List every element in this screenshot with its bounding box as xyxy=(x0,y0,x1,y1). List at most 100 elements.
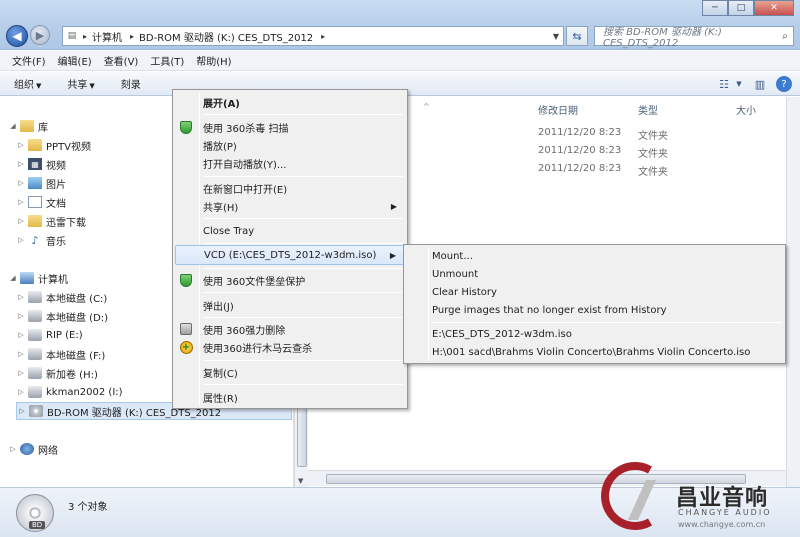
menu-item-360-vault[interactable]: 使用 360文件堡垒保护 xyxy=(175,270,405,290)
menu-item-force-delete[interactable]: 使用 360强力删除 xyxy=(175,319,405,339)
menu-item-open-new-window[interactable]: 在新窗口中打开(E) xyxy=(175,178,405,198)
minimize-button[interactable]: ─ xyxy=(702,0,728,16)
nav-label: 计算机 xyxy=(38,274,68,286)
expanded-triangle-icon[interactable]: ◢ xyxy=(8,122,18,130)
maximize-button[interactable]: □ xyxy=(728,0,754,16)
collapsed-triangle-icon[interactable]: ▷ xyxy=(16,350,26,358)
column-header-size[interactable]: 大小 xyxy=(736,102,756,117)
breadcrumb-bd-rom[interactable]: BD-ROM 驱动器 (K:) CES_DTS_2012 xyxy=(136,29,319,44)
nav-lib-xunlei[interactable]: ▷ 迅雷下载 xyxy=(16,212,86,230)
menu-item-copy[interactable]: 复制(C) xyxy=(175,362,405,382)
nav-lib-music[interactable]: ▷ ♪ 音乐 xyxy=(16,231,66,249)
menu-item-360-scan[interactable]: 使用 360杀毒 扫描 xyxy=(175,117,405,137)
forward-button[interactable]: ▶ xyxy=(30,25,50,45)
collapsed-triangle-icon[interactable]: ▷ xyxy=(16,331,26,339)
collapsed-triangle-icon[interactable]: ▷ xyxy=(16,293,26,301)
nav-label: 迅雷下载 xyxy=(46,217,86,229)
nav-network[interactable]: ▷ 网络 xyxy=(8,440,58,458)
menu-help[interactable]: 帮助(H) xyxy=(190,53,237,68)
menu-separator xyxy=(203,176,403,177)
burn-button[interactable]: 刻录 xyxy=(121,76,141,91)
refresh-button[interactable]: ⇆ xyxy=(566,26,588,46)
menu-item-vcd[interactable]: VCD (E:\CES_DTS_2012-w3dm.iso) ▶ xyxy=(175,245,405,265)
document-icon xyxy=(28,196,42,208)
menu-item-eject[interactable]: 弹出(J) xyxy=(175,295,405,315)
collapsed-triangle-icon[interactable]: ▷ xyxy=(16,388,26,396)
nav-drive-e[interactable]: ▷ RIP (E:) xyxy=(16,326,83,344)
nav-label: 文档 xyxy=(46,198,66,210)
nav-drive-f[interactable]: ▷ 本地磁盘 (F:) xyxy=(16,345,105,363)
expanded-triangle-icon[interactable]: ◢ xyxy=(8,274,18,282)
menu-edit[interactable]: 编辑(E) xyxy=(52,53,98,68)
library-icon xyxy=(20,120,34,132)
chevron-down-icon[interactable]: ▼ xyxy=(734,75,744,93)
submenu-item-history[interactable]: H:\001 sacd\Brahms Violin Concerto\Brahm… xyxy=(406,343,783,361)
menu-item-share[interactable]: 共享(H) ▶ xyxy=(175,196,405,216)
collapsed-triangle-icon[interactable]: ▷ xyxy=(16,217,26,225)
menu-label: 使用360进行木马云查杀 xyxy=(203,343,313,355)
hard-drive-icon xyxy=(28,329,42,341)
column-header-type[interactable]: 类型 xyxy=(638,102,658,117)
breadcrumb-computer[interactable]: 计算机 xyxy=(89,29,128,44)
menu-label: 属性(R) xyxy=(203,393,238,405)
nav-drive-c[interactable]: ▷ 本地磁盘 (C:) xyxy=(16,288,107,306)
nav-lib-video[interactable]: ▷ ▦ 视频 xyxy=(16,155,66,173)
hard-drive-icon xyxy=(28,348,42,360)
collapsed-triangle-icon[interactable]: ▷ xyxy=(16,369,26,377)
collapsed-triangle-icon[interactable]: ▷ xyxy=(16,236,26,244)
menu-item-properties[interactable]: 属性(R) xyxy=(175,387,405,407)
menu-item-play[interactable]: 播放(P) xyxy=(175,135,405,155)
share-button[interactable]: 共享 ▼ xyxy=(67,76,94,91)
nav-libraries[interactable]: ◢ 库 xyxy=(8,117,48,135)
collapsed-triangle-icon[interactable]: ▷ xyxy=(16,160,26,168)
submenu-item-unmount[interactable]: Unmount xyxy=(406,265,783,283)
nav-label: 本地磁盘 (C:) xyxy=(46,293,108,305)
address-dropdown-icon[interactable]: ▼ xyxy=(549,32,563,41)
breadcrumb-separator-icon[interactable]: ▸ xyxy=(81,32,89,41)
nav-computer[interactable]: ◢ 计算机 xyxy=(8,269,68,287)
view-options-icon[interactable]: ☷ xyxy=(714,75,734,93)
collapsed-triangle-icon[interactable]: ▷ xyxy=(8,445,18,453)
hard-drive-icon xyxy=(28,367,42,379)
breadcrumb-separator-icon[interactable]: ▸ xyxy=(319,32,327,41)
collapsed-triangle-icon[interactable]: ▷ xyxy=(17,407,27,415)
search-icon[interactable]: ⌕ xyxy=(777,31,793,42)
scroll-down-icon[interactable]: ▼ xyxy=(298,477,303,485)
menu-item-autoplay[interactable]: 打开自动播放(Y)... xyxy=(175,153,405,173)
breadcrumb-separator-icon[interactable]: ▸ xyxy=(128,32,136,41)
submenu-item-purge[interactable]: Purge images that no longer exist from H… xyxy=(406,301,783,319)
menu-item-trojan-scan[interactable]: + 使用360进行木马云查杀 xyxy=(175,337,405,357)
collapsed-triangle-icon[interactable]: ▷ xyxy=(16,179,26,187)
preview-pane-icon[interactable]: ▥ xyxy=(750,75,770,93)
nav-label: 新加卷 (H:) xyxy=(46,369,98,381)
menu-file[interactable]: 文件(F) xyxy=(6,53,52,68)
close-button[interactable]: ✕ xyxy=(754,0,794,16)
nav-drive-h[interactable]: ▷ 新加卷 (H:) xyxy=(16,364,98,382)
submenu-arrow-icon: ▶ xyxy=(389,250,396,260)
address-bar[interactable]: ▤ ▸ 计算机 ▸ BD-ROM 驱动器 (K:) CES_DTS_2012 ▸… xyxy=(62,26,564,46)
back-button[interactable]: ◀ xyxy=(6,25,28,47)
nav-lib-documents[interactable]: ▷ 文档 xyxy=(16,193,66,211)
collapsed-triangle-icon[interactable]: ▷ xyxy=(16,312,26,320)
vcd-submenu: Mount... Unmount Clear History Purge ima… xyxy=(403,244,786,364)
menu-item-close-tray[interactable]: Close Tray xyxy=(175,221,405,241)
content-vertical-scrollbar[interactable] xyxy=(786,97,800,487)
submenu-item-history[interactable]: E:\CES_DTS_2012-w3dm.iso xyxy=(406,325,783,343)
search-input[interactable]: 搜索 BD-ROM 驱动器 (K:) CES_DTS_2012 ⌕ xyxy=(594,26,794,49)
nav-lib-pptv[interactable]: ▷ PPTV视频 xyxy=(16,136,91,154)
organize-button[interactable]: 组织 ▼ xyxy=(14,76,41,91)
collapsed-triangle-icon[interactable]: ▷ xyxy=(16,198,26,206)
submenu-item-clear-history[interactable]: Clear History xyxy=(406,283,783,301)
menu-item-expand[interactable]: 展开(A) xyxy=(175,92,405,112)
column-header-date[interactable]: 修改日期 xyxy=(538,102,578,117)
nav-drive-i[interactable]: ▷ kkman2002 (I:) xyxy=(16,383,123,401)
menu-tools[interactable]: 工具(T) xyxy=(144,53,190,68)
collapsed-triangle-icon[interactable]: ▷ xyxy=(16,141,26,149)
disc-badge: BD xyxy=(29,521,46,529)
context-menu: 展开(A) 使用 360杀毒 扫描 播放(P) 打开自动播放(Y)... 在新窗… xyxy=(172,89,408,409)
help-icon[interactable]: ? xyxy=(776,76,792,92)
nav-lib-pictures[interactable]: ▷ 图片 xyxy=(16,174,66,192)
submenu-item-mount[interactable]: Mount... xyxy=(406,247,783,265)
menu-view[interactable]: 查看(V) xyxy=(98,53,145,68)
nav-drive-d[interactable]: ▷ 本地磁盘 (D:) xyxy=(16,307,108,325)
